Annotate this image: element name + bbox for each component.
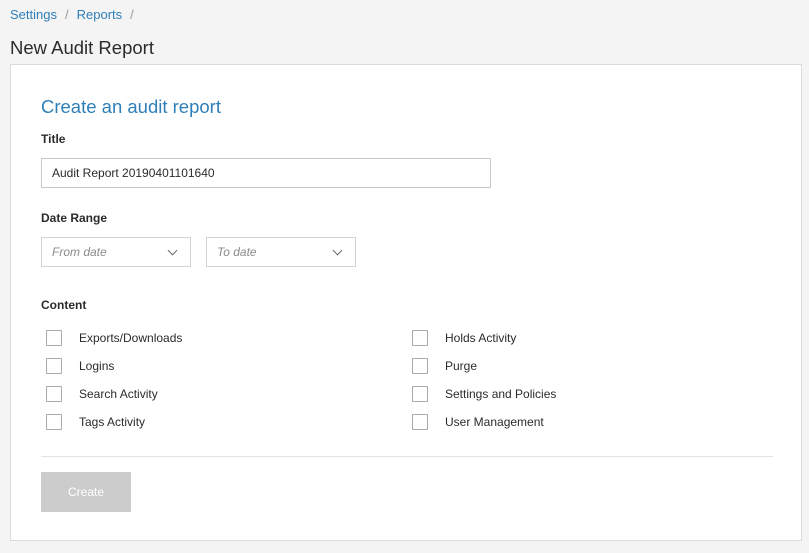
checkbox-box[interactable]: [46, 414, 62, 430]
content-label: Content: [41, 298, 87, 312]
breadcrumb-separator: /: [130, 7, 134, 22]
checkbox-purge[interactable]: Purge: [412, 358, 477, 374]
checkbox-label: Holds Activity: [445, 331, 517, 345]
title-input[interactable]: [41, 158, 491, 188]
title-label: Title: [41, 132, 66, 146]
checkbox-box[interactable]: [46, 386, 62, 402]
checkbox-label: Exports/Downloads: [79, 331, 183, 345]
checkbox-box[interactable]: [412, 358, 428, 374]
checkbox-box[interactable]: [46, 330, 62, 346]
checkbox-label: User Management: [445, 415, 544, 429]
chevron-down-icon: [167, 245, 178, 255]
divider: [41, 456, 773, 457]
checkbox-box[interactable]: [412, 330, 428, 346]
checkbox-logins[interactable]: Logins: [46, 358, 114, 374]
date-range-label: Date Range: [41, 211, 108, 225]
checkbox-exports-downloads[interactable]: Exports/Downloads: [46, 330, 182, 346]
from-date-select[interactable]: From date: [41, 237, 191, 267]
form-heading: Create an audit report: [41, 96, 221, 117]
checkbox-user-management[interactable]: User Management: [412, 414, 544, 430]
checkbox-box[interactable]: [412, 414, 428, 430]
breadcrumb-separator: /: [64, 7, 69, 22]
checkbox-label: Settings and Policies: [445, 387, 557, 401]
checkbox-label: Search Activity: [79, 387, 158, 401]
checkbox-search-activity[interactable]: Search Activity: [46, 386, 158, 402]
breadcrumb: Settings / Reports /: [10, 7, 142, 23]
checkbox-label: Tags Activity: [79, 415, 146, 429]
checkbox-tags-activity[interactable]: Tags Activity: [46, 414, 145, 430]
checkbox-holds-activity[interactable]: Holds Activity: [412, 330, 516, 346]
to-date-placeholder: To date: [217, 245, 257, 259]
create-button[interactable]: Create: [41, 472, 131, 512]
audit-report-form: Create an audit report Title Date Range …: [10, 64, 802, 541]
checkbox-box[interactable]: [412, 386, 428, 402]
to-date-select[interactable]: To date: [206, 237, 356, 267]
checkbox-box[interactable]: [46, 358, 62, 374]
breadcrumb-reports[interactable]: Reports: [77, 7, 123, 23]
breadcrumb-settings[interactable]: Settings: [10, 7, 57, 23]
checkbox-label: Logins: [79, 359, 115, 373]
chevron-down-icon: [332, 245, 343, 255]
from-date-placeholder: From date: [52, 245, 107, 259]
checkbox-settings-and-policies[interactable]: Settings and Policies: [412, 386, 556, 402]
checkbox-label: Purge: [445, 359, 478, 373]
page-title: New Audit Report: [10, 37, 154, 58]
